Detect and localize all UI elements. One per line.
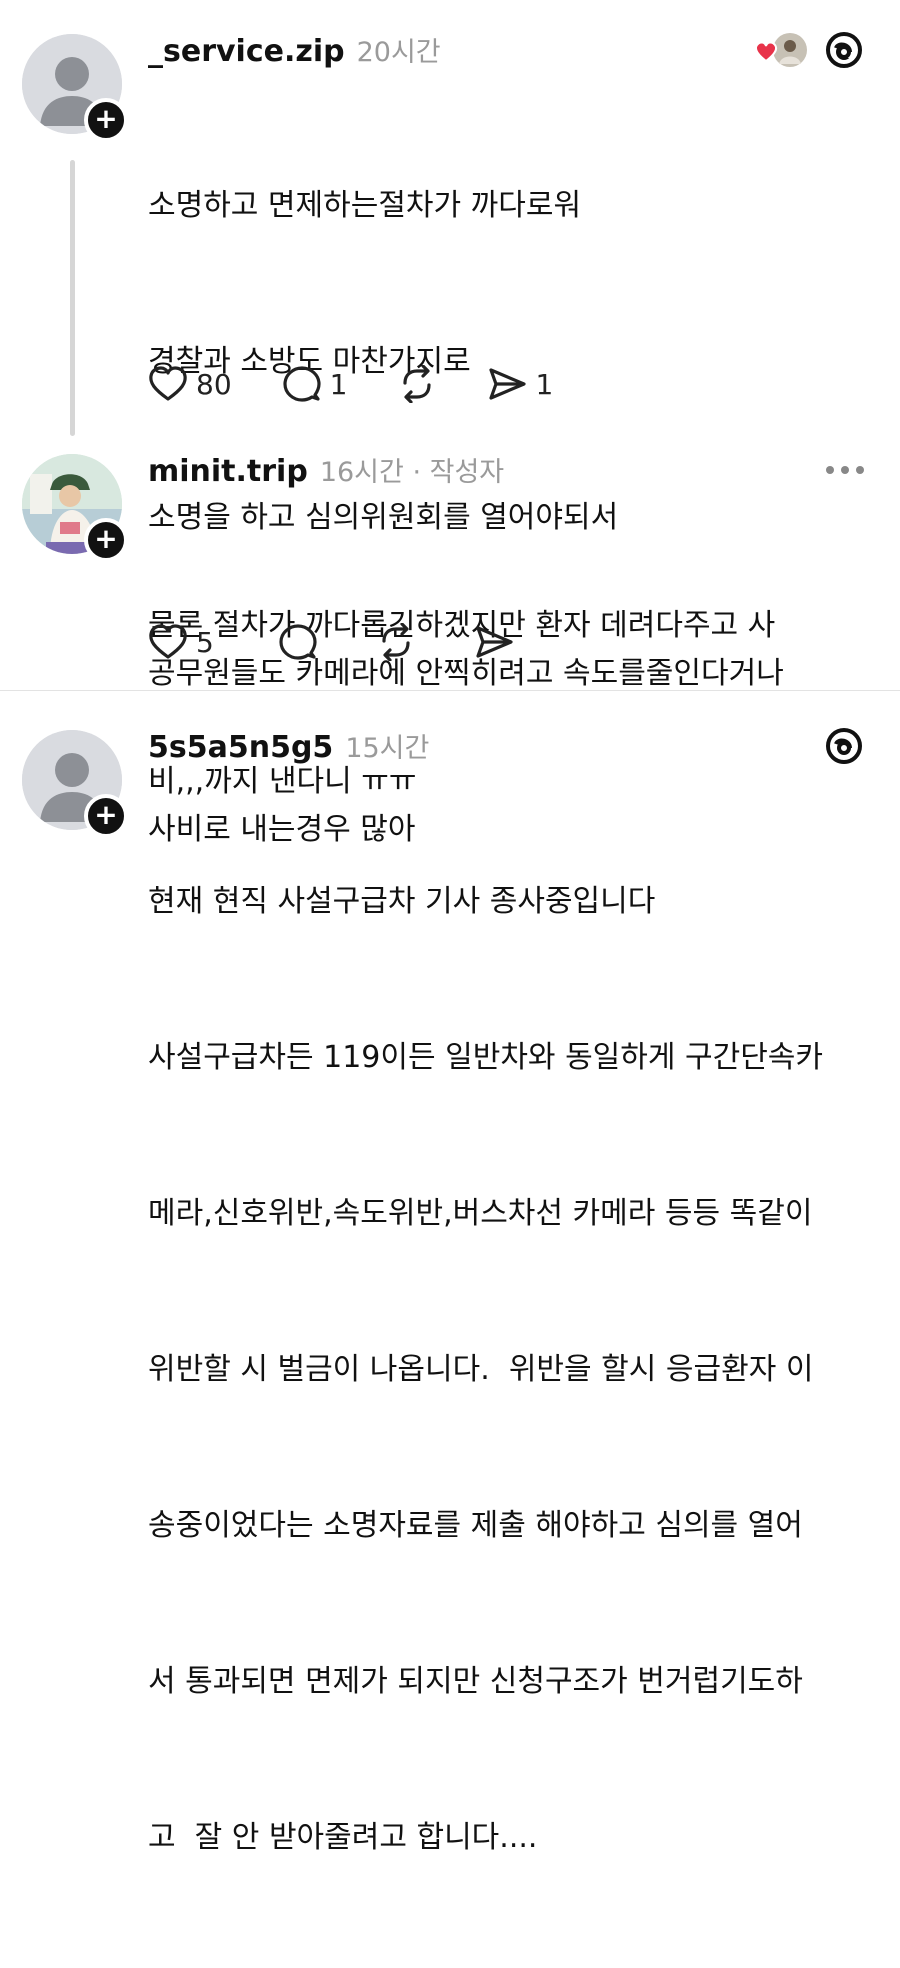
thread-line bbox=[70, 160, 75, 436]
heart-icon bbox=[149, 366, 187, 401]
comment-count: 1 bbox=[329, 367, 348, 401]
comment-button[interactable]: 1 bbox=[282, 365, 348, 403]
repost-icon bbox=[403, 365, 432, 403]
post-line: 위반할 시 벌금이 나옵니다. 위반을 할시 응급환자 이 bbox=[148, 1352, 814, 1387]
timestamp: 15시간 bbox=[345, 733, 430, 764]
send-icon bbox=[489, 368, 527, 400]
threads-logo-icon[interactable] bbox=[824, 30, 864, 74]
liked-by-avatars[interactable] bbox=[754, 30, 808, 70]
share-button[interactable]: 1 bbox=[487, 365, 553, 403]
username[interactable]: 5s5a5n5g5 bbox=[148, 730, 333, 765]
heart-icon bbox=[149, 624, 187, 659]
action-bar: 5 bbox=[148, 620, 564, 664]
timestamp: 16시간 · 작성자 bbox=[319, 457, 505, 488]
post-header: minit.trip 16시간 · 작성자 bbox=[148, 450, 504, 490]
comment-button[interactable] bbox=[278, 623, 318, 661]
repost-button[interactable] bbox=[397, 365, 437, 403]
post-line: 서 통과되면 면제가 되지만 신청구조가 번거럽기도하 bbox=[148, 1664, 803, 1699]
username[interactable]: _service.zip bbox=[148, 34, 345, 69]
follow-plus-icon[interactable]: + bbox=[84, 518, 128, 562]
avatar-wrap[interactable]: + bbox=[22, 34, 128, 142]
comment-bubble-icon bbox=[279, 624, 317, 660]
post-line: 고 잘 안 받아줄려고 합니다.... bbox=[148, 1820, 538, 1855]
like-button[interactable]: 5 bbox=[148, 623, 214, 661]
action-bar: 80 1 1 bbox=[148, 362, 603, 406]
share-count: 1 bbox=[535, 367, 554, 401]
post-header: 5s5a5n5g5 15시간 bbox=[148, 726, 429, 766]
follow-plus-icon[interactable]: + bbox=[84, 794, 128, 838]
username[interactable]: minit.trip bbox=[148, 454, 308, 489]
avatar-wrap[interactable]: + bbox=[22, 730, 128, 838]
liked-by-heart-avatar-icon bbox=[754, 33, 807, 67]
like-count: 5 bbox=[196, 625, 214, 659]
post-line: 메라,신호위반,속도위반,버스차선 카메라 등등 똑같이 bbox=[148, 1196, 813, 1231]
send-icon bbox=[476, 626, 513, 658]
repost-icon bbox=[382, 623, 410, 661]
post-line: 소명하고 면제하는절차가 까다로워 bbox=[148, 188, 582, 223]
post-divider bbox=[0, 690, 900, 691]
post-header: _service.zip 20시간 bbox=[148, 30, 441, 70]
post-line: 현재 현직 사설구급차 기사 종사중입니다 bbox=[148, 884, 656, 919]
post-line: 송중이었다는 소명자료를 제출 해야하고 심의를 열어 bbox=[148, 1508, 803, 1543]
follow-plus-icon[interactable]: + bbox=[84, 98, 128, 142]
post-body: 현재 현직 사설구급차 기사 종사중입니다 사설구급차든 119이든 일반차와 … bbox=[148, 772, 823, 1968]
like-button[interactable]: 80 bbox=[148, 365, 232, 403]
share-button[interactable] bbox=[474, 623, 514, 661]
avatar-wrap[interactable]: + bbox=[22, 454, 128, 562]
repost-button[interactable] bbox=[376, 623, 416, 661]
like-count: 80 bbox=[196, 367, 232, 401]
post-line: 사설구급차든 119이든 일반차와 동일하게 구간단속카 bbox=[148, 1040, 824, 1075]
threads-logo-icon[interactable] bbox=[824, 726, 864, 770]
more-options-icon[interactable] bbox=[826, 466, 864, 474]
comment-bubble-icon bbox=[283, 366, 321, 402]
timestamp: 20시간 bbox=[356, 37, 441, 68]
